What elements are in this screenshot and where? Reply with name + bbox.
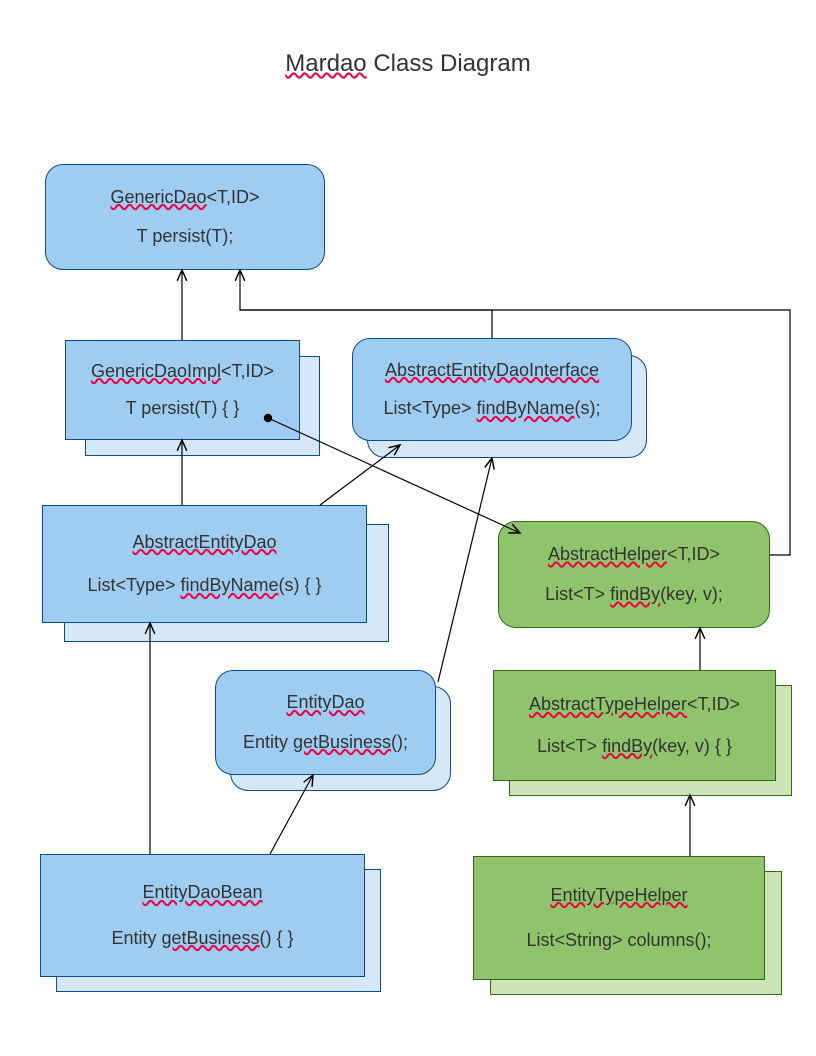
class-name: EntityTypeHelper [550, 882, 687, 909]
class-name: GenericDaoImpl<T,ID> [91, 358, 274, 385]
class-name: AbstractTypeHelper<T,ID> [529, 691, 740, 718]
class-name: AbstractEntityDao [132, 529, 276, 556]
class-generic-dao: GenericDao<T,ID> T persist(T); [45, 164, 325, 270]
class-abstract-helper: AbstractHelper<T,ID> List<T> findBy(key,… [498, 521, 770, 628]
class-name: GenericDao<T,ID> [110, 184, 259, 211]
class-method: List<Type> findByName(s) { } [87, 572, 321, 599]
class-name: AbstractEntityDaoInterface [385, 357, 599, 384]
class-method: T persist(T); [137, 223, 234, 250]
class-method: Entity getBusiness(); [243, 729, 408, 756]
class-name: EntityDao [286, 689, 364, 716]
class-method: List<T> findBy(key, v) { } [537, 733, 732, 760]
class-entity-dao-bean: EntityDaoBean Entity getBusiness() { } [40, 854, 365, 977]
class-abstract-type-helper: AbstractTypeHelper<T,ID> List<T> findBy(… [493, 670, 776, 781]
class-method: List<T> findBy(key, v); [545, 581, 723, 608]
class-abstract-entity-dao: AbstractEntityDao List<Type> findByName(… [42, 505, 367, 623]
class-entity-dao: EntityDao Entity getBusiness(); [215, 670, 436, 775]
class-name: AbstractHelper<T,ID> [548, 541, 720, 568]
class-abstract-entity-dao-interface: AbstractEntityDaoInterface List<Type> fi… [352, 338, 632, 441]
class-name: EntityDaoBean [142, 879, 262, 906]
diagram-title: Mardao Class Diagram [0, 50, 816, 78]
class-method: Entity getBusiness() { } [111, 925, 293, 952]
class-generic-dao-impl: GenericDaoImpl<T,ID> T persist(T) { } [65, 340, 300, 440]
class-entity-type-helper: EntityTypeHelper List<String> columns(); [473, 856, 765, 980]
class-method: List<Type> findByName(s); [383, 395, 600, 422]
class-method: List<String> columns(); [526, 927, 711, 954]
class-method: T persist(T) { } [126, 395, 240, 422]
